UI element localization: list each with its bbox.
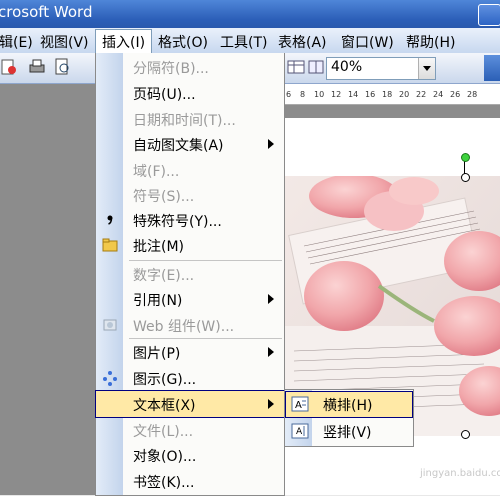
menu-edit[interactable]: 辑(E) [0,32,33,52]
menu-item-picture[interactable]: 图片(P) [96,339,284,365]
menu-item-label: 批注(M) [133,239,185,255]
menu-item-symbol[interactable]: 符号(S)... [96,182,284,208]
submenu-arrow-icon [268,399,274,409]
menu-item-textbox[interactable]: 文本框(X) [95,390,285,418]
menu-item-label: 域(F)... [133,164,180,180]
menu-item-label: 文本框(X) [133,398,196,414]
menu-item-label: 页码(U)... [133,87,196,103]
insert-menu: 分隔符(B)... 页码(U)... 日期和时间(T)... 自动图文集(A) … [95,53,285,496]
menu-item-label: 符号(S)... [133,189,195,205]
menu-item-label: 特殊符号(Y)... [133,214,222,230]
resize-handle-bottom[interactable] [461,430,470,439]
menu-item-date-time[interactable]: 日期和时间(T)... [96,106,284,132]
menu-item-label: 图片(P) [133,346,181,362]
ruler-tick: 16 [365,90,376,99]
ruler-tick: 28 [467,90,478,99]
toolbar-options-button[interactable] [484,55,500,81]
menu-item-special-symbol[interactable]: 特殊符号(Y)... [96,207,284,233]
menu-item-diagram[interactable]: 图示(G)... [96,365,284,391]
menu-item-break[interactable]: 分隔符(B)... [96,54,284,80]
diagram-icon [103,371,117,386]
ruler-tick: 8 [300,90,306,99]
menu-item-comment[interactable]: 批注(M) [96,232,284,258]
ruler-tick: 24 [433,90,444,99]
menu-view[interactable]: 视图(V) [40,32,89,52]
menu-window[interactable]: 窗口(W) [341,32,394,52]
menu-item-label: 对象(O)... [133,449,197,465]
menu-item-reference[interactable]: 引用(N) [96,286,284,312]
vertical-textbox-icon: A [291,423,309,439]
rotation-handle[interactable] [461,153,470,162]
menu-item-vertical-textbox[interactable]: A 竖排(V) [286,419,412,444]
zoom-select[interactable]: 40% [326,57,436,80]
menu-item-label: 分隔符(B)... [133,61,209,77]
ruler-tick: 10 [314,90,325,99]
menu-item-label: 竖排(V) [323,425,372,441]
menu-item-label: 数字(E)... [133,268,195,284]
minimize-button[interactable] [478,4,500,26]
watermark: jingyan.baidu.com [420,468,500,479]
zoom-value: 40% [331,59,363,75]
ruler-tick: 14 [348,90,359,99]
print-preview-icon[interactable] [54,58,72,76]
menu-bar: 辑(E) 视图(V) 插入(I) 格式(O) 工具(T) 表格(A) 窗口(W)… [0,28,500,54]
web-component-icon [103,319,117,331]
window-title: crosoft Word [0,3,93,21]
resize-handle-top[interactable] [461,173,470,182]
menu-item-object[interactable]: 对象(O)... [96,442,284,468]
ruler-tick: 12 [331,90,342,99]
menu-item-label: 文件(L)... [133,424,194,440]
title-bar: crosoft Word [0,0,500,28]
menu-item-field[interactable]: 域(F)... [96,157,284,183]
ruler-tick: 6 [286,90,292,99]
ruler-tick: 22 [416,90,427,99]
menu-item-label: 自动图文集(A) [133,138,224,154]
menu-item-label: 书签(K)... [133,475,195,491]
menu-tools[interactable]: 工具(T) [220,32,267,52]
textbox-submenu: A 横排(H) A 竖排(V) [284,389,414,447]
menu-item-horizontal-textbox[interactable]: A 横排(H) [285,391,413,418]
menu-insert[interactable]: 插入(I) [95,29,153,53]
menu-item-label: 图示(G)... [133,372,197,388]
ruler-tick: 18 [382,90,393,99]
submenu-arrow-icon [268,294,274,304]
menu-item-label: 横排(H) [323,398,373,414]
chevron-down-icon[interactable] [418,58,435,79]
submenu-arrow-icon [268,139,274,149]
print-icon[interactable] [28,58,46,76]
comment-folder-icon [102,238,118,252]
svg-text:A: A [296,427,303,437]
svg-text:A: A [295,400,302,411]
menu-format[interactable]: 格式(O) [158,32,208,52]
table-icon[interactable] [287,58,305,76]
menu-item-bookmark[interactable]: 书签(K)... [96,468,284,494]
ruler-tick: 26 [450,90,461,99]
menu-item-label: Web 组件(W)... [133,319,235,335]
horizontal-ruler[interactable]: 6 8 10 12 14 16 18 20 22 24 26 28 [284,84,500,105]
permission-icon[interactable] [0,58,18,76]
horizontal-textbox-icon: A [291,396,309,412]
menu-item-label: 日期和时间(T)... [133,113,236,129]
menu-item-page-numbers[interactable]: 页码(U)... [96,80,284,106]
menu-item-number[interactable]: 数字(E)... [96,261,284,287]
menu-help[interactable]: 帮助(H) [406,32,455,52]
columns-icon[interactable] [307,58,325,76]
ruler-tick: 20 [399,90,410,99]
submenu-arrow-icon [268,347,274,357]
menu-item-label: 引用(N) [133,293,183,309]
menu-item-autotext[interactable]: 自动图文集(A) [96,131,284,157]
menu-table[interactable]: 表格(A) [278,32,327,52]
menu-item-web-component[interactable]: Web 组件(W)... [96,312,284,338]
comma-icon [107,215,113,225]
menu-item-file[interactable]: 文件(L)... [96,417,284,443]
